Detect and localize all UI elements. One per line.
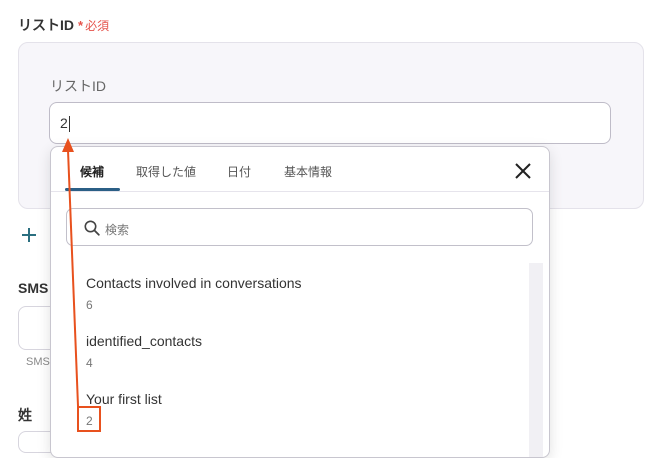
tab-basic-info[interactable]: 基本情報	[284, 163, 332, 180]
list-item-title: Contacts involved in conversations	[86, 275, 302, 291]
required-star: *	[78, 18, 84, 33]
tab-candidates[interactable]: 候補	[80, 163, 104, 180]
popover-tabs: 候補 取得した値 日付 基本情報	[51, 147, 549, 192]
list-id-label: リストID * 必須	[18, 15, 109, 35]
add-icon[interactable]	[20, 226, 38, 244]
list-item-title: Your first list	[86, 391, 162, 407]
list-id-label-text: リストID	[18, 17, 74, 33]
list-id-inner-label: リストID	[50, 78, 106, 94]
list-item-id: 4	[86, 356, 93, 370]
search-input[interactable]: 検索	[66, 208, 533, 246]
list-item-title: identified_contacts	[86, 333, 202, 349]
sms-helper-text: SMS	[26, 356, 50, 368]
list-id-input-value: 2	[60, 115, 68, 131]
text-caret	[68, 116, 70, 133]
tab-retrieved-values[interactable]: 取得した値	[136, 163, 196, 180]
list-item[interactable]: identified_contacts 4	[86, 333, 202, 370]
search-placeholder: 検索	[105, 223, 130, 237]
list-item-id: 6	[86, 298, 93, 312]
scrollbar[interactable]	[529, 263, 543, 457]
close-icon[interactable]	[513, 161, 533, 181]
required-text: 必須	[85, 19, 110, 33]
active-tab-indicator	[65, 188, 120, 191]
last-name-label: 姓	[18, 407, 32, 423]
search-icon	[84, 220, 100, 236]
highlight-annotation	[77, 406, 101, 432]
sms-label: SMS	[18, 280, 49, 296]
list-id-input[interactable]: 2	[49, 102, 611, 144]
suggestion-popover: 候補 取得した値 日付 基本情報 検索 Contacts involved in…	[50, 146, 550, 458]
list-item[interactable]: Contacts involved in conversations 6	[86, 275, 302, 312]
tab-date[interactable]: 日付	[227, 163, 251, 180]
